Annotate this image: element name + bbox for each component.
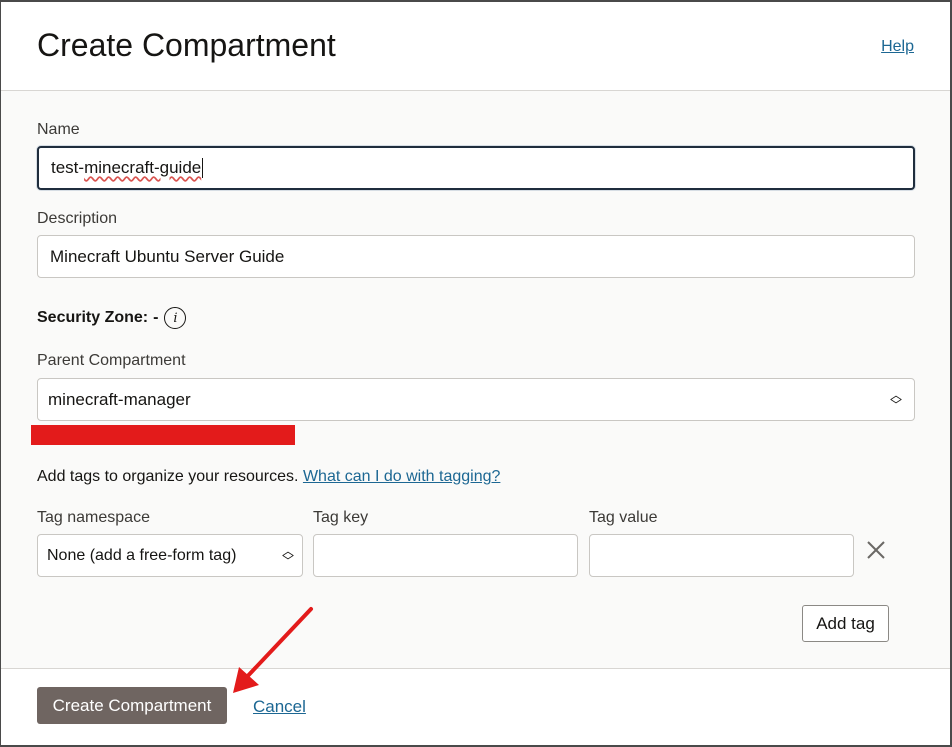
- name-value-misspelled: minecraft-guide: [84, 158, 202, 177]
- description-input[interactable]: Minecraft Ubuntu Server Guide: [37, 235, 915, 278]
- name-label: Name: [37, 121, 80, 138]
- close-icon[interactable]: [865, 539, 887, 561]
- description-label: Description: [37, 210, 118, 227]
- create-compartment-dialog: Create Compartment Help Name test-minecr…: [1, 2, 950, 745]
- parent-compartment-select[interactable]: minecraft-manager ︿ ﹀: [37, 378, 915, 421]
- security-zone-value: -: [153, 309, 159, 326]
- add-tag-button[interactable]: Add tag: [802, 605, 889, 642]
- create-compartment-button[interactable]: Create Compartment: [37, 687, 227, 724]
- parent-compartment-label: Parent Compartment: [37, 352, 186, 369]
- dialog-footer: Create Compartment Cancel: [1, 668, 950, 745]
- tag-key-input[interactable]: [313, 534, 578, 577]
- tags-intro: Add tags to organize your resources. Wha…: [37, 468, 500, 486]
- tags-intro-text: Add tags to organize your resources.: [37, 468, 299, 485]
- tag-namespace-label: Tag namespace: [37, 509, 150, 526]
- parent-compartment-value: minecraft-manager: [48, 389, 191, 409]
- dialog-body: Name test-minecraft-guide Description Mi…: [1, 91, 950, 668]
- tag-namespace-select[interactable]: None (add a free-form tag) ︿ ﹀: [37, 534, 303, 577]
- help-link[interactable]: Help: [881, 38, 914, 56]
- cancel-link[interactable]: Cancel: [253, 697, 306, 717]
- tag-namespace-value: None (add a free-form tag): [47, 546, 237, 564]
- select-chevron-icon: ︿ ﹀: [282, 543, 295, 568]
- name-value-prefix: test-: [51, 158, 85, 177]
- tag-value-input[interactable]: [589, 534, 854, 577]
- security-zone-label: Security Zone:: [37, 309, 149, 326]
- security-zone: Security Zone: - i: [37, 307, 187, 329]
- dialog-header: Create Compartment Help: [1, 2, 950, 91]
- info-icon[interactable]: i: [164, 307, 187, 329]
- text-caret: [202, 158, 204, 178]
- tag-value-label: Tag value: [589, 509, 658, 526]
- redaction-bar: [31, 425, 295, 445]
- tagging-help-link[interactable]: What can I do with tagging?: [303, 468, 500, 485]
- dialog-title: Create Compartment: [37, 27, 336, 63]
- select-chevron-icon: ︿ ﹀: [890, 387, 903, 412]
- description-value: Minecraft Ubuntu Server Guide: [50, 246, 285, 266]
- name-input[interactable]: test-minecraft-guide: [37, 146, 915, 190]
- tag-key-label: Tag key: [313, 509, 369, 526]
